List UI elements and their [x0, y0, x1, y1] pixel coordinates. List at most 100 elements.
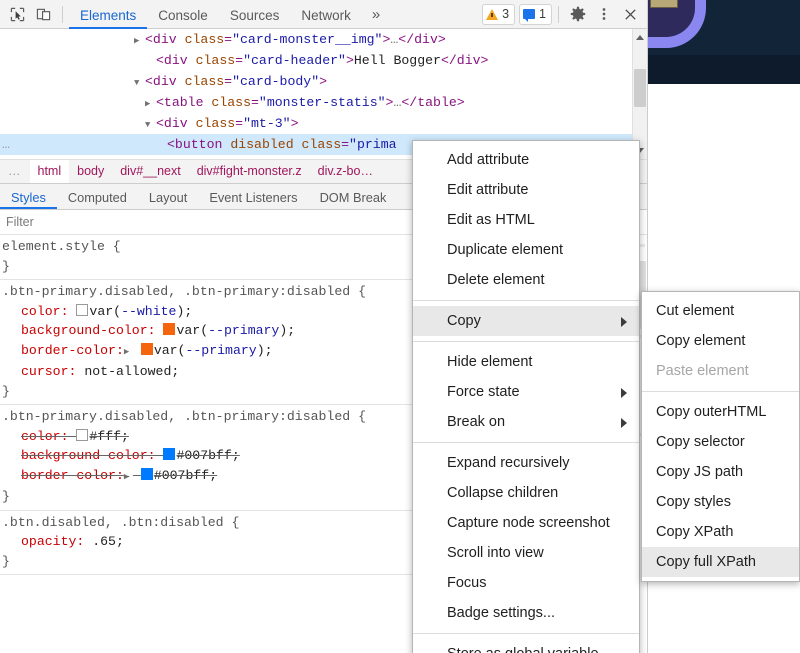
- menu-item-force-state[interactable]: Force state: [413, 377, 639, 407]
- inspect-element-icon[interactable]: [4, 2, 30, 27]
- menu-item-copy-js-path[interactable]: Copy JS path: [642, 457, 799, 487]
- menu-item-break-on[interactable]: Break on: [413, 407, 639, 437]
- color-swatch-icon[interactable]: [140, 342, 153, 355]
- dom-token-tag: div: [152, 32, 177, 47]
- message-bubble-icon: [523, 9, 536, 22]
- gear-icon[interactable]: [565, 2, 591, 27]
- breadcrumb-item[interactable]: …: [0, 160, 30, 183]
- css-property-value: .65;: [92, 534, 124, 549]
- styles-tab-dom-break[interactable]: DOM Break: [309, 185, 398, 209]
- more-options-icon[interactable]: [591, 2, 617, 27]
- dom-token-tag: div: [163, 53, 188, 68]
- dom-token-punc: <: [156, 53, 164, 68]
- scroll-up-arrow-icon[interactable]: [636, 35, 644, 40]
- expand-shorthand-triangle-icon[interactable]: ▶: [124, 468, 133, 488]
- menu-item-copy-element[interactable]: Copy element: [642, 326, 799, 356]
- menu-separator: [413, 442, 639, 443]
- menu-item-copy-full-xpath[interactable]: Copy full XPath: [642, 547, 799, 577]
- menu-separator: [413, 341, 639, 342]
- more-tabs-chevron-icon[interactable]: »: [362, 0, 390, 29]
- dom-token-tag: div: [152, 74, 177, 89]
- menu-item-edit-as-html[interactable]: Edit as HTML: [413, 205, 639, 235]
- dom-token-punc: =: [224, 74, 233, 89]
- menu-item-collapse-children[interactable]: Collapse children: [413, 478, 639, 508]
- menu-item-cut-element[interactable]: Cut element: [642, 296, 799, 326]
- dom-token-tag: div: [163, 116, 188, 131]
- dom-scroll-thumb[interactable]: [634, 69, 646, 107]
- expand-shorthand-triangle-icon[interactable]: ▶: [124, 343, 133, 363]
- css-property-name: opacity:: [21, 534, 85, 549]
- message-badge[interactable]: 1: [519, 3, 552, 25]
- breadcrumb-item[interactable]: div#fight-monster.z: [189, 160, 310, 183]
- copy-submenu[interactable]: Cut element Copy element Paste element Copy…: [641, 291, 800, 582]
- tab-elements[interactable]: Elements: [69, 1, 148, 29]
- styles-tab-layout[interactable]: Layout: [138, 185, 198, 209]
- dom-token-punc: >: [437, 32, 446, 47]
- menu-item-store-as-global-variable[interactable]: Store as global variable: [413, 639, 639, 653]
- tab-sources[interactable]: Sources: [219, 1, 291, 29]
- dom-token-attr: class: [187, 116, 236, 131]
- dom-tree-row[interactable]: <div class="card-header">Hell Bogger</di…: [0, 50, 647, 71]
- dom-token-punc: =: [250, 95, 259, 110]
- menu-item-delete-element[interactable]: Delete element: [413, 265, 639, 295]
- collapse-triangle-icon[interactable]: ▼: [145, 115, 156, 136]
- css-property-value: var(--primary);: [176, 323, 296, 338]
- tab-console[interactable]: Console: [147, 1, 219, 29]
- menu-item-duplicate-element[interactable]: Duplicate element: [413, 235, 639, 265]
- breadcrumb-item[interactable]: html: [29, 160, 70, 183]
- dom-tree-row[interactable]: ▶ <table class="monster-statis">…</table>: [0, 92, 647, 113]
- dom-tree-row[interactable]: ▶ <div class="card-monster__img">…</div>: [0, 29, 647, 50]
- warning-badge[interactable]: 3: [482, 3, 516, 25]
- styles-tab-styles[interactable]: Styles: [0, 185, 57, 209]
- menu-item-scroll-into-view[interactable]: Scroll into view: [413, 538, 639, 568]
- color-swatch-icon[interactable]: [76, 303, 89, 316]
- dom-token-punc: <: [156, 116, 164, 131]
- dom-tree-rows: ▶ <div class="card-monster__img">…</div> <…: [0, 29, 647, 155]
- menu-item-focus[interactable]: Focus: [413, 568, 639, 598]
- page-dark-panel-lower: [648, 55, 800, 84]
- tab-network[interactable]: Network: [290, 1, 362, 29]
- breadcrumb-item[interactable]: div#__next: [112, 160, 188, 183]
- expand-triangle-icon[interactable]: ▶: [134, 31, 145, 52]
- color-swatch-icon[interactable]: [163, 323, 176, 335]
- dom-tree-row[interactable]: ▼ <div class="card-body">: [0, 71, 647, 92]
- dom-context-menu[interactable]: Add attribute Edit attribute Edit as HTML D…: [412, 140, 640, 653]
- menu-item-copy-styles[interactable]: Copy styles: [642, 487, 799, 517]
- css-space: [133, 468, 141, 483]
- menu-item-capture-node-screenshot[interactable]: Capture node screenshot: [413, 508, 639, 538]
- menu-item-copy-outerhtml[interactable]: Copy outerHTML: [642, 397, 799, 427]
- toolbar-divider: [62, 5, 63, 23]
- css-property-value: #007bff;: [176, 448, 240, 463]
- expand-triangle-icon[interactable]: ▶: [145, 94, 156, 115]
- menu-item-hide-element[interactable]: Hide element: [413, 347, 639, 377]
- menu-item-paste-element: Paste element: [656, 363, 749, 379]
- devtools-panel-tabs: Elements Console Sources Network »: [69, 0, 390, 29]
- styles-tab-event-listeners[interactable]: Event Listeners: [198, 185, 308, 209]
- styles-tab-computed[interactable]: Computed: [57, 185, 138, 209]
- collapse-triangle-icon[interactable]: ▼: [134, 73, 145, 94]
- device-toolbar-icon[interactable]: [30, 2, 56, 27]
- menu-item-copy[interactable]: Copy: [413, 306, 639, 336]
- breadcrumb-item[interactable]: body: [69, 160, 112, 183]
- dom-tree-row[interactable]: ▼ <div class="mt-3">: [0, 113, 647, 134]
- css-property-name: background-color:: [21, 323, 156, 338]
- dom-token-punc: >: [480, 53, 489, 68]
- menu-item-edit-attribute[interactable]: Edit attribute: [413, 175, 639, 205]
- close-icon[interactable]: [617, 2, 643, 27]
- menu-item-copy-xpath[interactable]: Copy XPath: [642, 517, 799, 547]
- color-swatch-icon[interactable]: [140, 467, 153, 480]
- menu-item-copy-selector[interactable]: Copy selector: [642, 427, 799, 457]
- breadcrumb-item[interactable]: div.z-bo…: [310, 160, 381, 183]
- dom-token-punc: >: [345, 53, 354, 68]
- menu-item-add-attribute[interactable]: Add attribute: [413, 145, 639, 175]
- css-space: [68, 429, 76, 444]
- toolbar-divider-2: [558, 5, 559, 23]
- color-swatch-icon[interactable]: [76, 428, 89, 441]
- dom-token-tag: table: [417, 95, 457, 110]
- color-swatch-icon[interactable]: [163, 448, 176, 460]
- page-content-behind-devtools: [648, 0, 800, 84]
- warning-count: 3: [502, 7, 510, 21]
- dom-token-attr: class: [176, 74, 225, 89]
- menu-item-expand-recursively[interactable]: Expand recursively: [413, 448, 639, 478]
- menu-item-badge-settings[interactable]: Badge settings...: [413, 598, 639, 628]
